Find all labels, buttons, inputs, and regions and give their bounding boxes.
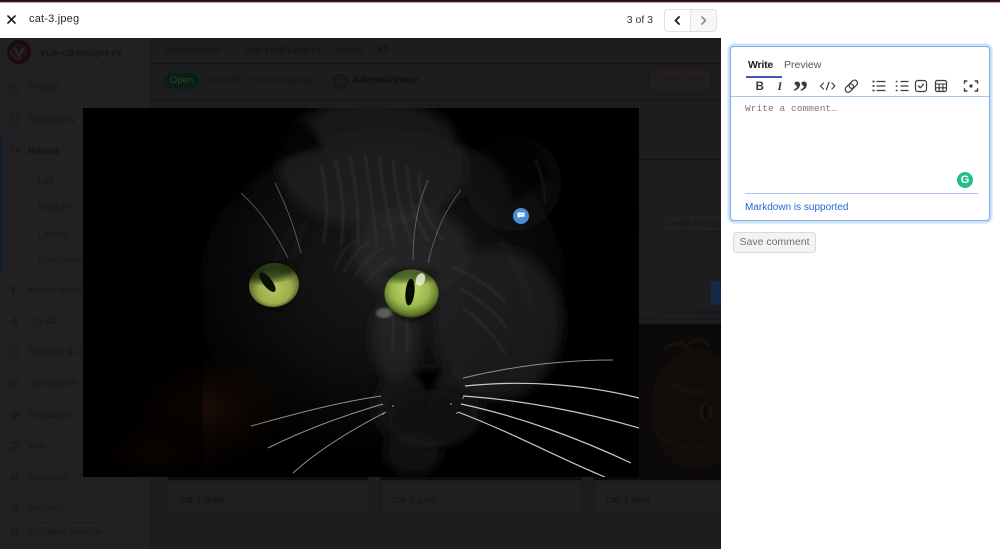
svg-text:”: ”: [793, 77, 809, 95]
svg-text:B: B: [756, 81, 764, 93]
svg-text:I: I: [777, 81, 783, 93]
